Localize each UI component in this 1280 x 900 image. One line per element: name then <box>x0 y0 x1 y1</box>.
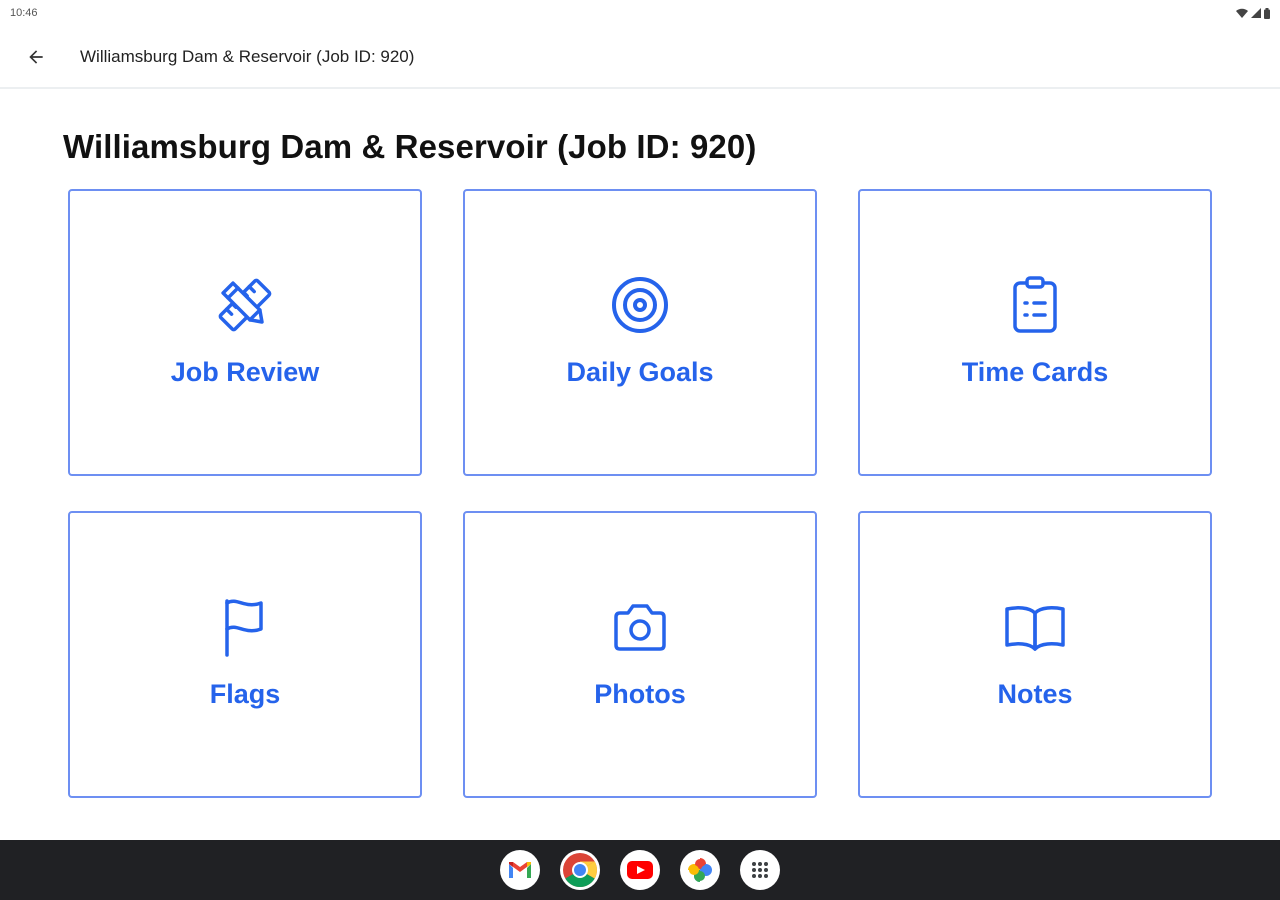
daily-goals-tile[interactable]: Daily Goals <box>463 189 817 476</box>
book-open-icon <box>1003 595 1067 659</box>
chrome-app-button[interactable] <box>560 850 600 890</box>
job-review-tile[interactable]: Job Review <box>68 189 422 476</box>
screen: 10:46 Williamsburg Dam & Reservoir (Job … <box>0 0 1280 900</box>
chrome-icon <box>563 853 597 887</box>
clipboard-list-icon <box>1003 273 1067 337</box>
camera-icon <box>608 595 672 659</box>
app-drawer-icon <box>752 862 768 878</box>
flag-icon <box>213 595 277 659</box>
time-cards-tile[interactable]: Time Cards <box>858 189 1212 476</box>
back-button[interactable] <box>12 33 60 81</box>
flags-tile[interactable]: Flags <box>68 511 422 798</box>
gmail-app-button[interactable] <box>500 850 540 890</box>
target-icon <box>608 273 672 337</box>
job-review-label: Job Review <box>170 357 320 387</box>
daily-goals-label: Daily Goals <box>566 357 714 387</box>
google-photos-icon <box>688 858 712 882</box>
app-drawer-button[interactable] <box>740 850 780 890</box>
photos-tile[interactable]: Photos <box>463 511 817 798</box>
youtube-app-button[interactable] <box>620 850 660 890</box>
gmail-icon <box>509 862 531 878</box>
status-time: 10:46 <box>10 7 38 19</box>
pencil-ruler-icon <box>213 273 277 337</box>
app-bar: Williamsburg Dam & Reservoir (Job ID: 92… <box>0 26 1280 89</box>
wifi-icon <box>1236 8 1248 18</box>
notes-label: Notes <box>997 679 1073 709</box>
flags-label: Flags <box>209 679 281 709</box>
notes-tile[interactable]: Notes <box>858 511 1212 798</box>
cell-signal-icon <box>1251 8 1261 18</box>
battery-icon <box>1264 7 1270 19</box>
youtube-icon <box>627 861 653 879</box>
page-title: Williamsburg Dam & Reservoir (Job ID: 92… <box>63 128 757 165</box>
taskbar-dock <box>0 840 1280 900</box>
photos-app-button[interactable] <box>680 850 720 890</box>
photos-label: Photos <box>594 679 686 709</box>
app-bar-title: Williamsburg Dam & Reservoir (Job ID: 92… <box>80 46 415 66</box>
status-icons <box>1236 7 1270 19</box>
arrow-back-icon <box>29 49 43 64</box>
status-bar: 10:46 <box>0 0 1280 26</box>
time-cards-label: Time Cards <box>961 357 1109 387</box>
